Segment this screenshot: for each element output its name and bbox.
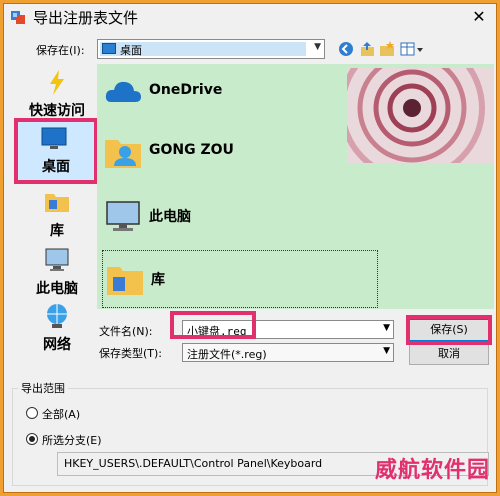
lightning-icon — [50, 70, 64, 95]
user-folder-icon — [105, 140, 141, 168]
library-folder-icon — [107, 267, 143, 295]
new-folder-button[interactable] — [378, 40, 396, 58]
place-label: 此电脑 — [36, 281, 78, 297]
computer-icon — [45, 248, 69, 271]
library-folder-icon — [45, 194, 69, 212]
place-desktop[interactable]: 桌面 — [14, 118, 98, 184]
save-in-value: 桌面 — [120, 44, 142, 57]
list-item[interactable]: 此电脑 — [101, 188, 381, 246]
dialog-title: 导出注册表文件 — [33, 9, 139, 27]
filetype-value: 注册文件(*.reg) — [187, 348, 267, 361]
filetype-dropdown[interactable]: 注册文件(*.reg) ▼ — [182, 343, 394, 362]
place-label: 库 — [50, 223, 64, 239]
title-bar: 导出注册表文件 ✕ — [4, 4, 496, 30]
place-library[interactable]: 库 — [17, 184, 97, 244]
desktop-icon — [41, 127, 67, 149]
chevron-down-icon: ▼ — [383, 346, 390, 356]
place-quick-access[interactable]: 快速访问 — [17, 64, 97, 124]
watermark: 威航软件园 — [374, 458, 490, 483]
computer-icon — [106, 201, 140, 231]
chevron-down-icon: ▼ — [314, 42, 321, 52]
place-label: 网络 — [43, 337, 71, 353]
registry-icon — [11, 11, 25, 24]
network-icon — [47, 304, 67, 328]
desktop-icon — [102, 43, 116, 54]
place-label: 快速访问 — [29, 103, 85, 119]
place-this-pc[interactable]: 此电脑 — [17, 242, 97, 302]
radio-all[interactable] — [26, 407, 38, 419]
chevron-down-icon[interactable]: ▼ — [383, 323, 390, 333]
save-button[interactable]: 保存(S) — [409, 319, 489, 341]
radio-selected-branch[interactable] — [26, 433, 38, 445]
close-button[interactable]: ✕ — [468, 7, 490, 27]
list-item[interactable]: GONG ZOU — [101, 124, 381, 182]
list-item[interactable]: 库 — [102, 250, 378, 308]
up-folder-button[interactable] — [359, 40, 377, 58]
filename-label: 文件名(N): — [99, 325, 153, 338]
filetype-label: 保存类型(T): — [99, 347, 163, 360]
file-name: GONG ZOU — [149, 142, 234, 158]
save-in-label: 保存在(I): — [36, 44, 85, 57]
places-bar: 快速访问 桌面 库 此电脑 网络 — [12, 64, 98, 353]
filename-input[interactable]: 小键盘.reg ▼ — [182, 320, 394, 339]
export-registry-dialog: 导出注册表文件 ✕ 保存在(I): 桌面 ▼ 快速访问 桌面 库 此电脑 网络 … — [3, 3, 497, 493]
file-name: OneDrive — [149, 82, 223, 98]
list-item[interactable]: OneDrive — [101, 64, 381, 122]
radio-branch-label[interactable]: 所选分支(E) — [42, 432, 102, 448]
file-name: 此电脑 — [149, 209, 191, 225]
view-menu-button[interactable] — [399, 40, 425, 58]
branch-path-value: HKEY_USERS\.DEFAULT\Control Panel\Keyboa… — [64, 457, 323, 470]
filename-value: 小键盘.reg — [187, 325, 247, 338]
place-label: 桌面 — [42, 159, 70, 175]
export-range-legend: 导出范围 — [18, 380, 68, 396]
file-list[interactable]: OneDrive GONG ZOU 此电脑 库 — [97, 64, 494, 309]
back-button[interactable] — [337, 40, 355, 58]
save-in-dropdown[interactable]: 桌面 ▼ — [97, 39, 325, 59]
file-name: 库 — [151, 272, 165, 288]
radio-all-label[interactable]: 全部(A) — [42, 406, 80, 422]
cloud-icon — [105, 81, 141, 102]
place-network[interactable]: 网络 — [17, 298, 97, 358]
cancel-button[interactable]: 取消 — [409, 343, 489, 365]
